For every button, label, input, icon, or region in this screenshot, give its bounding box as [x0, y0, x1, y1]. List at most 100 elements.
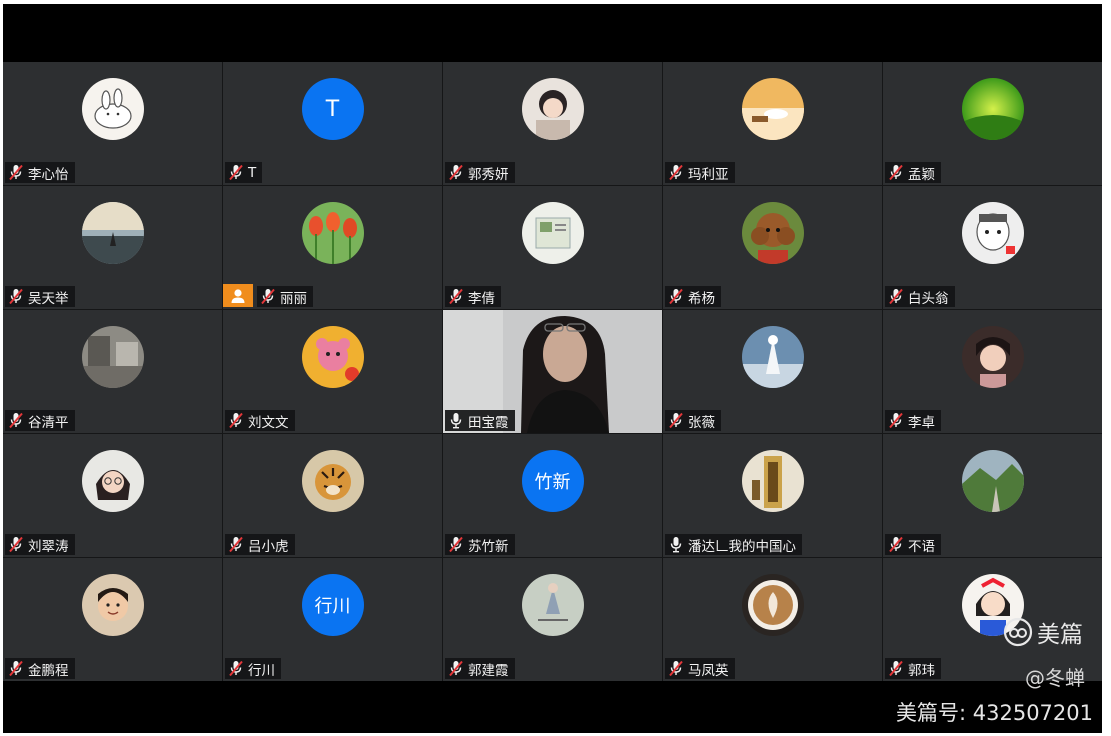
- meeting-window: 李心怡 T T 郭秀妍 玛利亚 孟颖吴天举 丽丽 李倩 希杨 白头翁谷清平 刘文文 田宝霞 张薇 李卓刘翠…: [3, 4, 1102, 733]
- watermark-id: 美篇号: 432507201: [896, 701, 1093, 725]
- watermark-logo: 美篇: [1003, 615, 1083, 649]
- avatar-initials: 行川: [301, 574, 364, 636]
- host-person-icon: [231, 288, 245, 303]
- participant-namebar: 行川: [225, 658, 281, 679]
- mic-muted-icon: [669, 412, 683, 429]
- participant-namebar: 吕小虎: [225, 534, 295, 555]
- mountain-road-icon: [961, 450, 1024, 512]
- tiger-icon: [301, 450, 364, 512]
- participant-tile[interactable]: 竹新苏竹新: [443, 434, 662, 557]
- participant-namebar: 丽丽: [257, 286, 313, 307]
- mic-muted-icon: [229, 412, 243, 429]
- mic-muted-icon: [449, 164, 463, 181]
- participant-tile[interactable]: 郭建霞: [443, 558, 662, 681]
- participant-name: 白头翁: [908, 290, 949, 307]
- participant-tile[interactable]: 郭秀妍: [443, 62, 662, 185]
- participant-tile[interactable]: 丽丽: [223, 186, 442, 309]
- girl-portrait-icon: [961, 326, 1024, 388]
- participant-name: 刘翠涛: [28, 538, 69, 555]
- participant-grid: 李心怡 T T 郭秀妍 玛利亚 孟颖吴天举 丽丽 李倩 希杨 白头翁谷清平 刘文文 田宝霞 张薇 李卓刘翠…: [3, 62, 1102, 681]
- participant-tile[interactable]: 吕小虎: [223, 434, 442, 557]
- participant-tile[interactable]: 张薇: [663, 310, 882, 433]
- participant-tile[interactable]: 不语: [883, 434, 1102, 557]
- meipian-logo-icon: [1003, 617, 1033, 647]
- participant-namebar: 李心怡: [5, 162, 75, 183]
- participant-name: 郭秀妍: [468, 166, 509, 183]
- participant-name: 李卓: [908, 414, 935, 431]
- participant-name: 行川: [248, 662, 275, 679]
- mic-muted-icon: [9, 164, 23, 181]
- participant-namebar: 苏竹新: [445, 534, 515, 555]
- participant-name: 玛利亚: [688, 166, 729, 183]
- participant-name: 苏竹新: [468, 538, 509, 555]
- participant-name: 李心怡: [28, 166, 69, 183]
- participant-name: 郭建霞: [468, 662, 509, 679]
- green-tea-icon: [961, 78, 1024, 140]
- participant-namebar: 李卓: [885, 410, 941, 431]
- watermark-user: @冬蝉: [1025, 666, 1085, 690]
- mic-on-icon: [450, 413, 462, 429]
- participant-name: 不语: [908, 538, 935, 555]
- participant-name: 李倩: [468, 290, 495, 307]
- participant-namebar: 郭建霞: [445, 658, 515, 679]
- participant-name: 孟颖: [908, 166, 935, 183]
- participant-namebar: 吴天举: [5, 286, 75, 307]
- mic-muted-icon: [9, 412, 23, 429]
- bamboo-sign-icon: [741, 450, 804, 512]
- participant-name: 郭玮: [908, 662, 935, 679]
- participant-tile[interactable]: 刘翠涛: [3, 434, 222, 557]
- participant-name: 吕小虎: [248, 538, 289, 555]
- mic-on-icon: [670, 537, 682, 553]
- mic-muted-icon: [889, 536, 903, 553]
- participant-namebar: 李倩: [445, 286, 501, 307]
- participant-namebar: 希杨: [665, 286, 721, 307]
- participant-tile[interactable]: 白头翁: [883, 186, 1102, 309]
- mic-muted-icon: [449, 288, 463, 305]
- participant-tile[interactable]: 李卓: [883, 310, 1102, 433]
- participant-namebar: 郭玮: [885, 658, 941, 679]
- participant-tile[interactable]: 潘达𠃊我的中国心: [663, 434, 882, 557]
- participant-tile[interactable]: 希杨: [663, 186, 882, 309]
- avatar-initials: 竹新: [521, 450, 584, 512]
- participant-name: 马凤英: [688, 662, 729, 679]
- participant-tile[interactable]: 吴天举: [3, 186, 222, 309]
- participant-tile[interactable]: 金鹏程: [3, 558, 222, 681]
- participant-name: 谷清平: [28, 414, 69, 431]
- participant-name: 田宝霞: [468, 414, 509, 431]
- participant-tile[interactable]: 刘文文: [223, 310, 442, 433]
- participant-namebar: 金鹏程: [5, 658, 75, 679]
- participant-namebar: 不语: [885, 534, 941, 555]
- participant-tile[interactable]: 李倩: [443, 186, 662, 309]
- cartoon-face-icon: [961, 202, 1024, 264]
- participant-tile[interactable]: 孟颖: [883, 62, 1102, 185]
- snow-figure-icon: [741, 326, 804, 388]
- anime-girl-icon: [521, 78, 584, 140]
- participant-tile[interactable]: 李心怡: [3, 62, 222, 185]
- participant-namebar: 潘达𠃊我的中国心: [665, 534, 802, 555]
- participant-name: 刘文文: [248, 414, 289, 431]
- participant-tile[interactable]: 行川 行川: [223, 558, 442, 681]
- participant-namebar: 张薇: [665, 410, 721, 431]
- mic-muted-icon: [9, 288, 23, 305]
- tulips-icon: [301, 202, 364, 264]
- participant-namebar: 孟颖: [885, 162, 941, 183]
- participant-tile[interactable]: 田宝霞: [443, 310, 662, 433]
- mic-muted-icon: [9, 536, 23, 553]
- mic-muted-icon: [229, 660, 243, 677]
- participant-tile[interactable]: 谷清平: [3, 310, 222, 433]
- participant-tile[interactable]: TT: [223, 62, 442, 185]
- participant-namebar: 刘文文: [225, 410, 295, 431]
- participant-tile[interactable]: 玛利亚: [663, 62, 882, 185]
- participant-name: 金鹏程: [28, 662, 69, 679]
- mic-muted-icon: [669, 164, 683, 181]
- book-photo-icon: [521, 202, 584, 264]
- participant-name: 张薇: [688, 414, 715, 431]
- host-badge: [223, 284, 253, 307]
- participant-tile[interactable]: 马凤英: [663, 558, 882, 681]
- participant-namebar: 白头翁: [885, 286, 955, 307]
- poodle-icon: [741, 202, 804, 264]
- participant-name: T: [248, 164, 257, 181]
- mic-muted-icon: [449, 660, 463, 677]
- boy-portrait-icon: [81, 574, 144, 636]
- mic-muted-icon: [9, 660, 23, 677]
